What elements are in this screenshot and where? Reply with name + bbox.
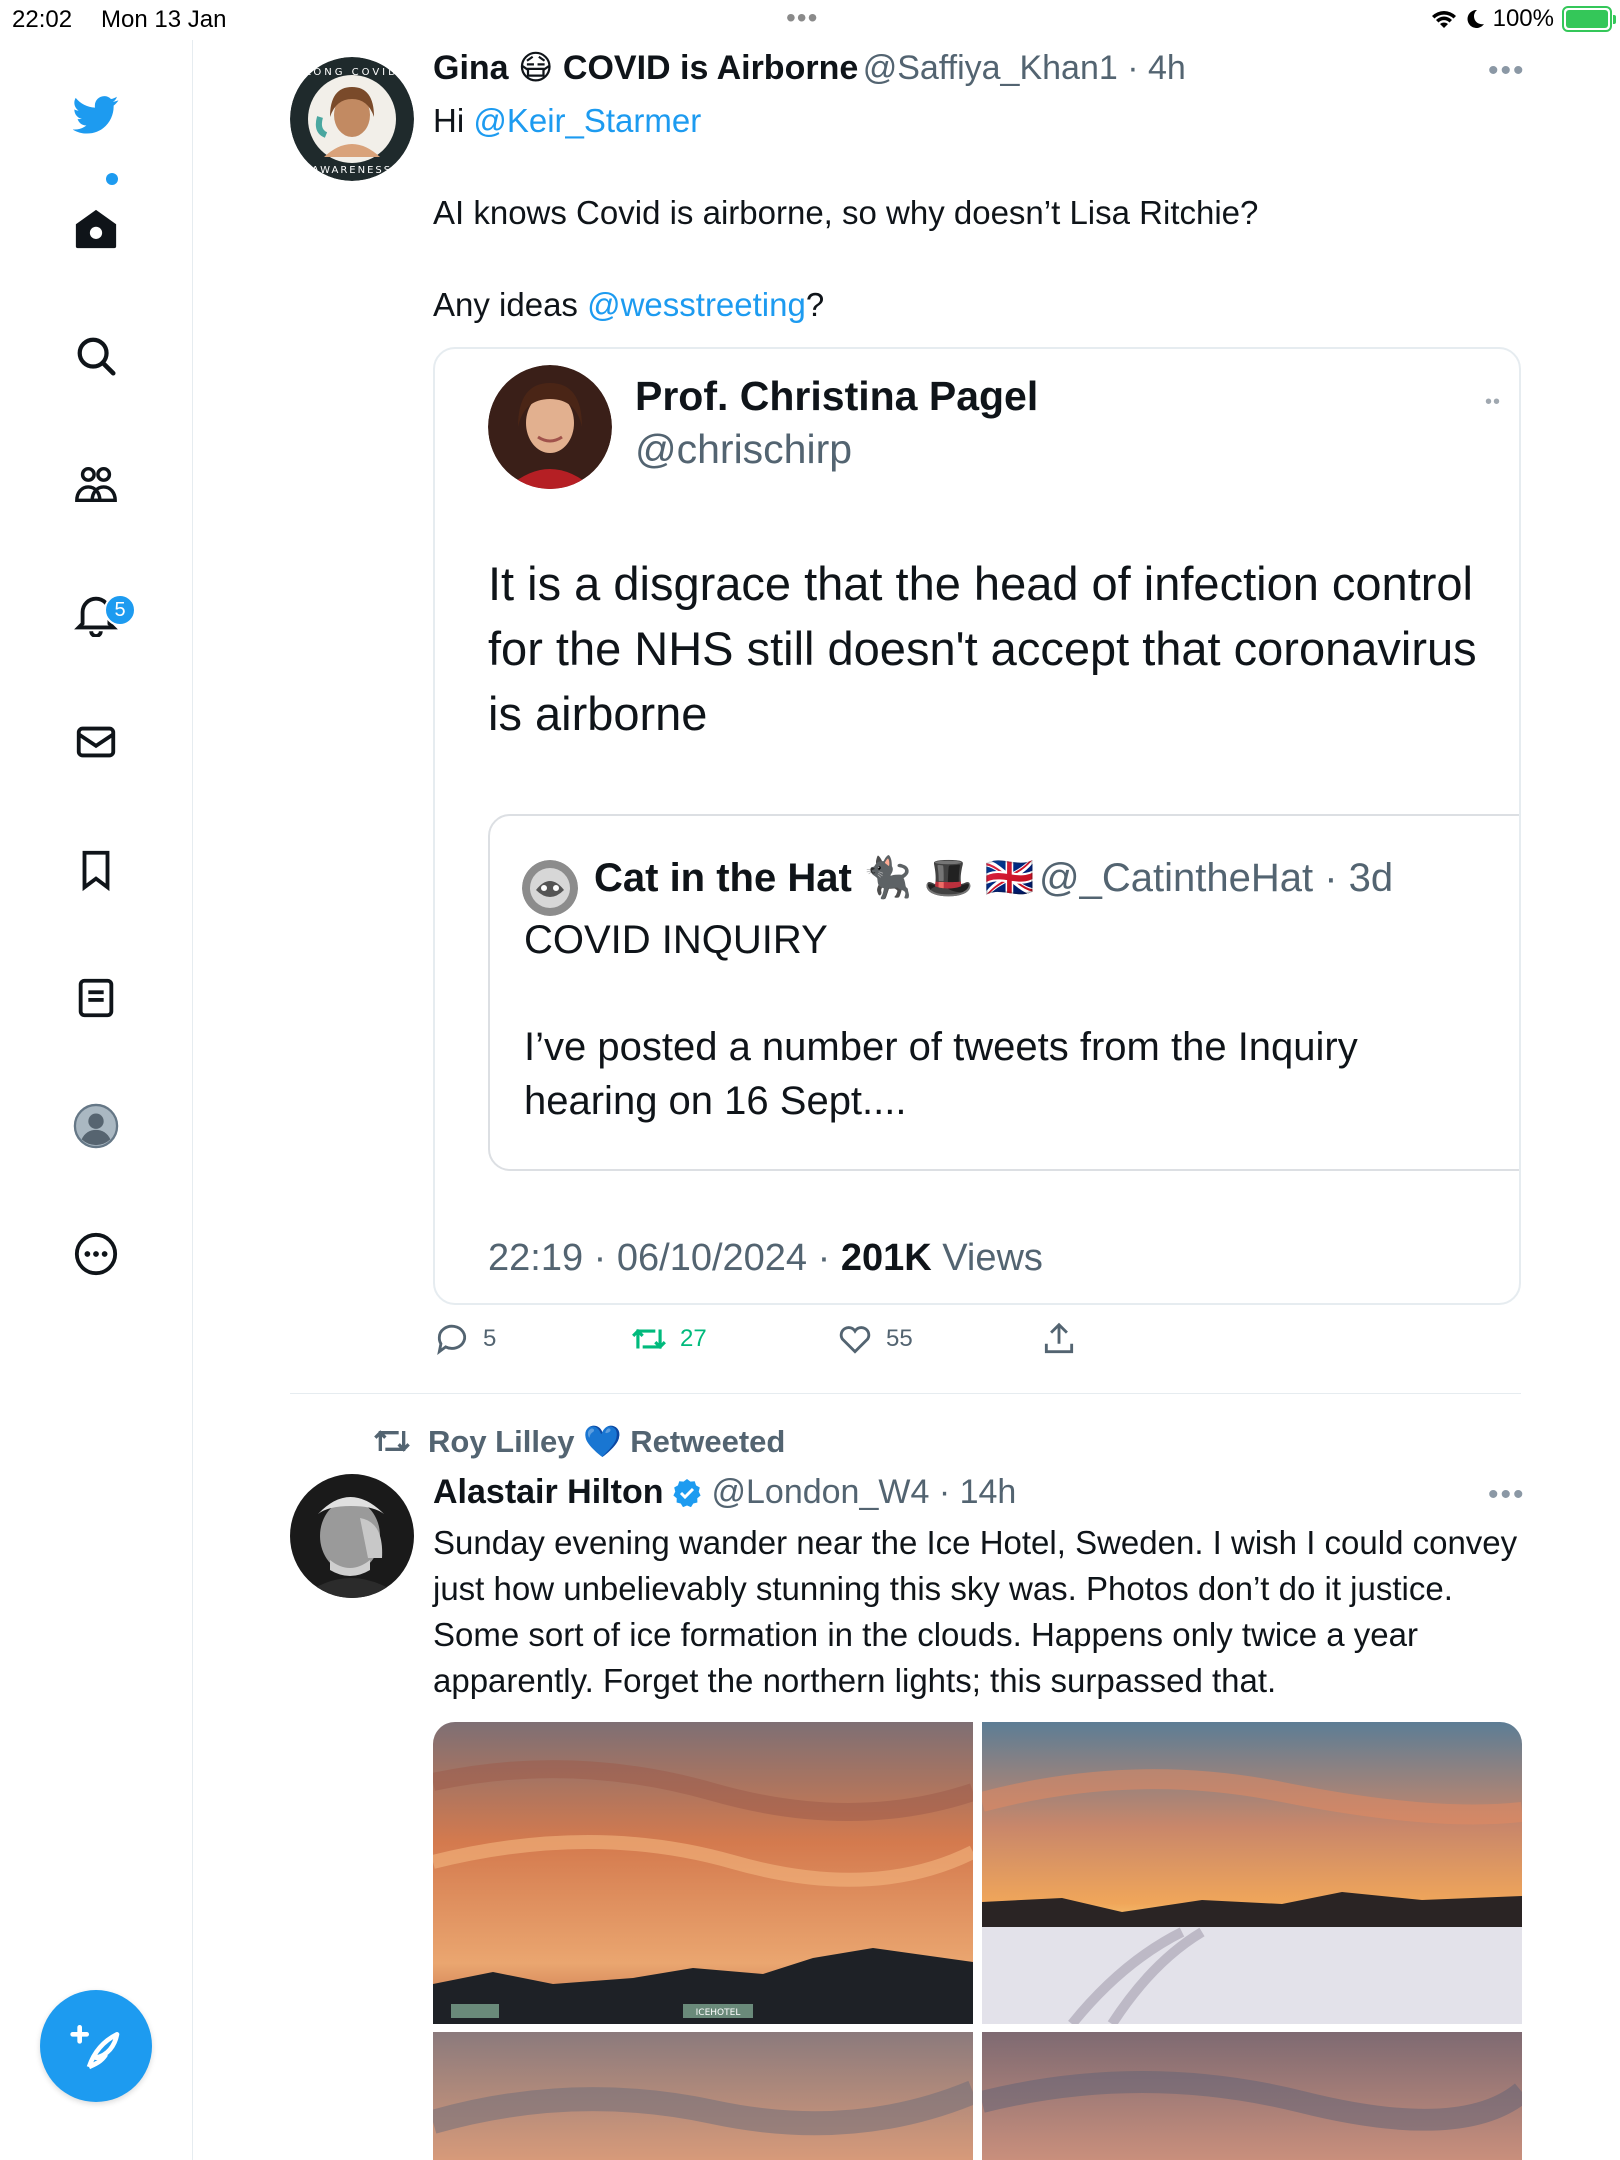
home-icon[interactable] [70,203,122,255]
avatar-cat-in-the-hat [522,860,578,916]
mention-keir-starmer[interactable]: @Keir_Starmer [473,102,701,139]
feather-plus-icon [70,2025,120,2070]
tweet1-line3-prefix: Any ideas [433,286,588,323]
share-button[interactable] [1040,1320,1078,1358]
mention-wesstreeting[interactable]: @wesstreeting [587,286,806,323]
tweet2-age: 14h [959,1473,1017,1511]
lists-icon[interactable] [70,972,122,1024]
retweeted-icon [374,1430,410,1452]
messages-icon[interactable] [70,716,122,768]
twitter-logo-icon[interactable] [70,88,122,140]
multitasking-dots-icon[interactable]: ••• [786,2,818,34]
like-button[interactable]: 55 [836,1320,913,1358]
quote-more-icon: •• [1485,391,1502,413]
photo1-sign-text: ICEHOTEL [696,2008,741,2018]
avatar-christina-pagel [488,365,612,489]
inner-quote-age: 3d [1348,856,1394,900]
inner-quote-handle: @_CatintheHat [1039,856,1314,900]
inner-quoted-tweet: Cat in the Hat 🐈‍⬛ 🎩 🇬🇧 @_CatintheHat · … [488,814,1519,1171]
tweet2-handle[interactable]: @London_W4 [711,1473,929,1511]
quote-views-count: 201K [840,1237,932,1279]
quote-text: It is a disgrace that the head of infect… [488,557,1477,740]
profile-icon[interactable] [70,1100,122,1152]
heart-icon [839,1326,871,1354]
quote-timestamp: 22:19 · 06/10/2024 · [488,1237,841,1279]
home-unread-dot [106,173,118,185]
battery-percent: 100% [1492,5,1554,32]
tweet2-display-name[interactable]: Alastair Hilton [433,1473,663,1512]
tweet2-photo-1[interactable]: ICEHOTEL [433,1722,973,2024]
battery-icon [1562,6,1616,32]
tweet2-photo-2[interactable] [982,1722,1522,2024]
quote-display-name: Prof. Christina Pagel [635,373,1039,419]
tweet2-more-icon[interactable]: ••• [1488,1478,1526,1512]
tweet2-body: Sunday evening wander near the Ice Hotel… [433,1524,1518,1699]
reply-button[interactable]: 5 [433,1320,496,1358]
quote-meta: 22:19 · 06/10/2024 · 201K Views [488,1237,1043,1280]
retweet-count: 27 [680,1325,707,1352]
sidebar-nav: 5 [0,40,193,2160]
inner-quote-display-name: Cat in the Hat 🐈‍⬛ 🎩 🇬🇧 [594,856,1035,900]
quote-views-label: Views [931,1237,1043,1279]
tweet1-line2: AI knows Covid is airborne, so why doesn… [433,194,1259,231]
avatar-ring-top-text: LONG COVID [305,67,399,78]
tweet1-handle[interactable]: @Saffiya_Khan1 [863,49,1118,87]
reply-count: 5 [483,1325,497,1352]
avatar-ring-bottom-text: AWARENESS [312,165,392,176]
tweet1-action-bar: 5 27 55 [433,1320,1133,1370]
avatar-alastair-hilton[interactable] [290,1474,414,1598]
wifi-icon [1431,11,1456,28]
more-options-icon[interactable] [70,1228,122,1280]
status-time: 22:02 [12,6,73,33]
communities-icon[interactable] [70,459,122,511]
status-bar: 22:02 Mon 13 Jan ••• 100% [0,0,1620,40]
verified-badge-icon [673,1478,702,1507]
avatar-gina[interactable]: LONG COVID AWARENESS [290,57,414,181]
retweeted-by-row: Roy Lilley 💙 Retweeted [372,1421,785,1461]
tweet1-more-icon[interactable]: ••• [1488,54,1526,88]
status-date: Mon 13 Jan [101,6,227,33]
retweeted-by-name[interactable]: Roy Lilley 💙 [428,1424,622,1459]
reply-icon [437,1324,467,1356]
quoted-tweet-image[interactable]: Prof. Christina Pagel @chrischirp •• It … [433,347,1521,1305]
bookmarks-icon[interactable] [70,844,122,896]
tweet1-line1-prefix: Hi [433,102,474,139]
compose-tweet-button[interactable] [40,1990,152,2102]
quote-handle: @chrischirp [635,426,853,472]
retweet-button[interactable]: 27 [630,1320,707,1358]
tweet1-display-name[interactable]: Gina 😷 COVID is Airborne [433,49,858,87]
tweet1-line3-suffix: ? [805,286,825,323]
tweet1-age: 4h [1148,49,1186,87]
inner-quote-line1: COVID INQUIRY [524,918,828,962]
retweet-icon [632,1328,666,1350]
search-icon[interactable] [70,330,122,382]
retweeted-label: Retweeted [630,1423,786,1459]
like-count: 55 [886,1325,913,1352]
tweet2-photo-4[interactable] [982,2032,1522,2160]
tweet1-header: Gina 😷 COVID is Airborne @Saffiya_Khan1 … [433,49,1186,87]
tweet-divider [290,1393,1521,1394]
tweet1-body: Hi @Keir_Starmer AI knows Covid is airbo… [433,98,1521,328]
tweet2-photo-3[interactable] [433,2032,973,2160]
share-icon [1044,1322,1074,1354]
tweet2-header: Alastair Hilton @London_W4 · 14h [433,1473,1017,1512]
inner-quote-line2: I’ve posted a number of tweets from the … [524,1025,1358,1123]
inner-quote-header: Cat in the Hat 🐈‍⬛ 🎩 🇬🇧 @_CatintheHat · … [594,856,1394,900]
moon-icon [1467,9,1484,28]
status-right: 100% [1431,5,1616,33]
notifications-badge: 5 [104,594,136,626]
